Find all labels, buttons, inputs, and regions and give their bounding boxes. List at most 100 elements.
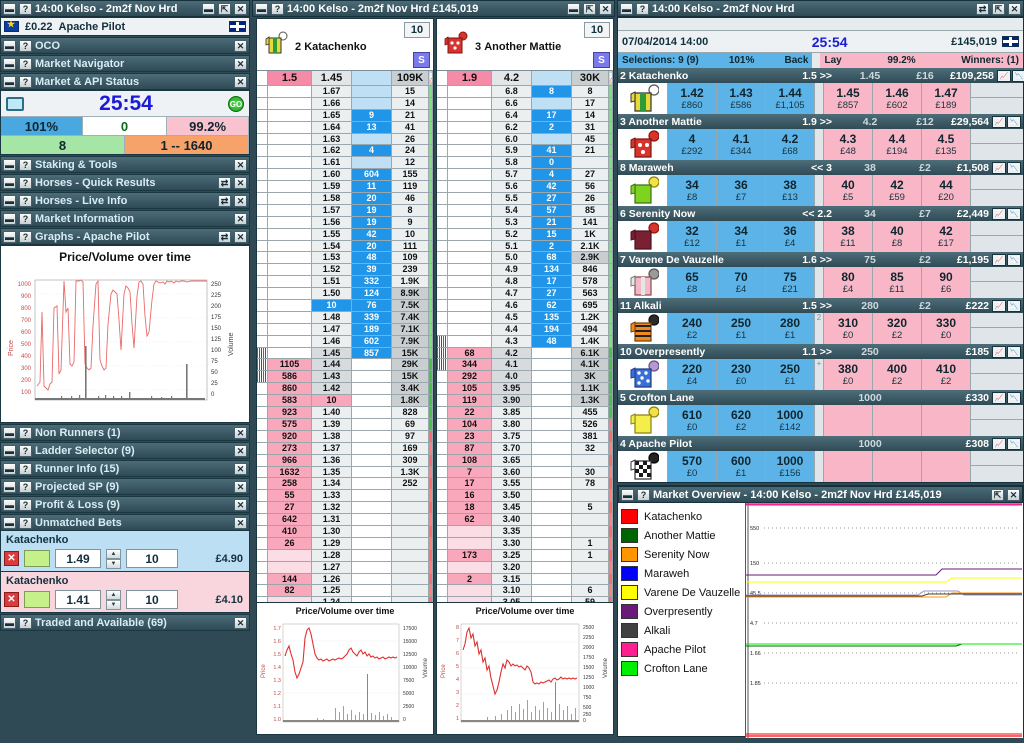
legend-item[interactable]: Crofton Lane [621, 659, 745, 678]
ladder-lay-cell[interactable] [268, 205, 312, 217]
lay-price-cell[interactable] [824, 405, 873, 436]
cancel-bet-button[interactable]: ✕ [4, 551, 19, 566]
back-price-cell[interactable]: 250£1 [766, 359, 815, 390]
ladder-s-button[interactable]: S [593, 52, 610, 68]
ladder-lay-cell[interactable] [268, 169, 312, 181]
collapse-icon[interactable]: ▬ [3, 177, 16, 189]
ladder-back-cell[interactable]: 604 [352, 169, 392, 181]
ladder-lay-cell[interactable]: 62 [448, 514, 492, 526]
ladder-back-cell[interactable] [352, 395, 392, 407]
odds-stepper[interactable]: ▲▼ [106, 549, 121, 568]
ladder-row[interactable]: 4.817578 [437, 276, 613, 288]
ladder-odds-cell[interactable]: 4.0 [492, 371, 532, 383]
ladder-row[interactable]: 3.35 [437, 526, 613, 538]
ladder-odds-cell[interactable]: 4.2 [492, 348, 532, 360]
ladder-row[interactable]: 1193.901.3K [437, 395, 613, 407]
ladder-lay-cell[interactable]: 108 [448, 455, 492, 467]
ladder-odds-cell[interactable]: 1.42 [312, 383, 352, 395]
ladder-odds-cell[interactable]: 1.65 [312, 110, 352, 122]
ladder-back-cell[interactable] [352, 526, 392, 538]
close-icon[interactable]: ✕ [234, 213, 247, 225]
ladder-odds-cell[interactable]: 3.25 [492, 550, 532, 562]
odds-stepper[interactable]: ▲▼ [106, 590, 121, 609]
close-icon[interactable]: ✕ [234, 427, 247, 439]
ladder-odds-cell[interactable]: 3.40 [492, 514, 532, 526]
runner-header[interactable]: 3 Another Mattie1.9 >>4.2£12£29,564📈📉 [618, 114, 1023, 129]
ladder-back-cell[interactable] [352, 538, 392, 550]
back-price-cell[interactable]: 4.2£68 [766, 129, 815, 160]
ladder-row[interactable]: 1.6326 [257, 134, 433, 146]
back-price-cell[interactable]: 1.43£586 [717, 83, 766, 114]
ladder-lay-cell[interactable]: 23 [448, 431, 492, 443]
ladder-back-cell[interactable]: 134 [532, 264, 572, 276]
lay-price-cell[interactable]: 85£11 [873, 267, 922, 298]
ladder-back-cell[interactable] [352, 562, 392, 574]
ladder-back-cell[interactable] [352, 502, 392, 514]
ladder-lay-cell[interactable]: 292 [448, 371, 492, 383]
ladder-odds-cell[interactable]: 10 [312, 395, 352, 407]
ladder-odds-cell[interactable]: 3.75 [492, 431, 532, 443]
runner-header[interactable]: 4 Apache Pilot1000£308📈📉 [618, 436, 1023, 451]
panel-projected-sp[interactable]: ▬ ? Projected SP (9) ✕ [0, 478, 250, 495]
collapse-icon[interactable]: ▬ [3, 58, 16, 70]
panel-unmatched-bets[interactable]: ▬ ? Unmatched Bets ✕ [0, 514, 250, 531]
ladder-lay-cell[interactable]: 410 [268, 526, 312, 538]
panel-market-information[interactable]: ▬ ? Market Information ✕ [0, 210, 250, 227]
ladder-lay-cell[interactable] [268, 241, 312, 253]
ladder-row[interactable]: 1.6112 [257, 157, 433, 169]
ladder-odds-cell[interactable]: 5.0 [492, 252, 532, 264]
close-icon[interactable]: ✕ [234, 481, 247, 493]
ladder-back-cell[interactable]: 20 [352, 241, 392, 253]
help-icon[interactable]: ? [637, 489, 650, 501]
ladder-odds-cell[interactable]: 6.8 [492, 86, 532, 98]
header-graph-icon[interactable]: 📈 [429, 71, 433, 86]
ladder-odds-cell[interactable]: 3.50 [492, 490, 532, 502]
lay-price-cell[interactable]: 330£0 [922, 313, 971, 344]
minimize-icon[interactable]: ▬ [621, 489, 634, 501]
ladder-odds-cell[interactable]: 1.32 [312, 502, 352, 514]
runner-graph2-icon[interactable]: 📉 [1007, 392, 1021, 404]
ladder-odds-cell[interactable]: 3.65 [492, 455, 532, 467]
back-price-cell[interactable]: 4£292 [668, 129, 717, 160]
ladder-back-cell[interactable]: 124 [352, 288, 392, 300]
ladder-row[interactable]: 583101.8K [257, 395, 433, 407]
ladder-row[interactable]: 233.75381 [437, 431, 613, 443]
ladder-row[interactable]: 5.0682.9K [437, 252, 613, 264]
ladder-row[interactable]: 1.56199 [257, 217, 433, 229]
ladder-row[interactable]: 6.045 [437, 134, 613, 146]
back-price-cell[interactable]: 65£8 [668, 267, 717, 298]
ladder-row[interactable]: 1733.251 [437, 550, 613, 562]
ladder-back-cell[interactable] [532, 502, 572, 514]
ladder-lay-cell[interactable] [448, 86, 492, 98]
ladder-back-cell[interactable]: 21 [532, 217, 572, 229]
ladder-lay-cell[interactable]: 642 [268, 514, 312, 526]
help-icon[interactable]: ? [19, 195, 32, 207]
panel-staking-tools[interactable]: ▬ ? Staking & Tools ✕ [0, 156, 250, 173]
ladder-back-cell[interactable]: 42 [352, 229, 392, 241]
ladder-odds-cell[interactable]: 3.70 [492, 443, 532, 455]
legend-item[interactable]: Overpresently [621, 602, 745, 621]
ladder-odds-cell[interactable]: 1.39 [312, 419, 352, 431]
runner-graph-icon[interactable]: 📈 [992, 392, 1006, 404]
ladder-back-cell[interactable] [532, 478, 572, 490]
collapse-icon[interactable]: ▬ [3, 463, 16, 475]
ladder-lay-cell[interactable]: 1105 [268, 359, 312, 371]
legend-item[interactable]: Another Mattie [621, 526, 745, 545]
ladder-odds-cell[interactable]: 1.40 [312, 407, 352, 419]
help-icon[interactable]: ? [19, 231, 32, 243]
ladder-lay-cell[interactable] [448, 157, 492, 169]
back-price-cell[interactable]: 34£8 [668, 175, 717, 206]
ladder-odds-cell[interactable]: 1.46 [312, 336, 352, 348]
ladder-back-cell[interactable] [532, 574, 572, 586]
ladder-back-cell[interactable]: 57 [532, 205, 572, 217]
ladder-back-cell[interactable]: 76 [352, 300, 392, 312]
help-icon[interactable]: ? [19, 76, 32, 88]
ladder-back-cell[interactable]: 19 [352, 205, 392, 217]
ladder-lay-cell[interactable]: 966 [268, 455, 312, 467]
ladder-row[interactable]: 6.888 [437, 86, 613, 98]
ladder-back-cell[interactable]: 15 [532, 229, 572, 241]
ladder-odds-cell[interactable]: 1.54 [312, 241, 352, 253]
ladder-lay-cell[interactable]: 923 [268, 407, 312, 419]
close-icon[interactable]: ✕ [234, 517, 247, 529]
ladder-row[interactable]: 5.2151K [437, 229, 613, 241]
